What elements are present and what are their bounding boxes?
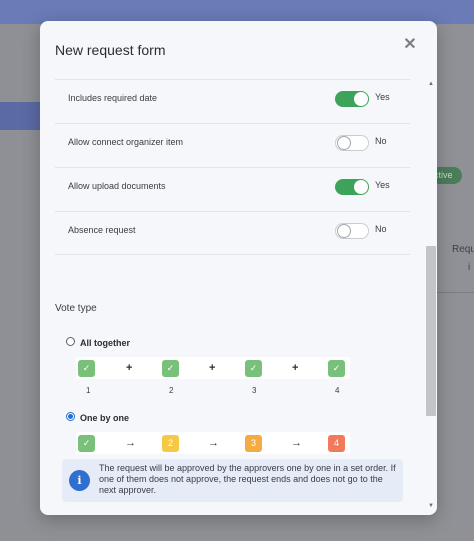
step-number: 4 [335, 386, 340, 395]
one-by-one-flow: ✓ → 2 → 3 → 4 [76, 432, 350, 454]
plus-icon: + [126, 362, 133, 374]
info-message: i The request will be approved by the ap… [62, 459, 403, 502]
modal-title: New request form [55, 42, 166, 58]
setting-row-absence-request: Absence request No [55, 211, 410, 255]
one-by-one-radio[interactable] [66, 412, 75, 421]
background-content [437, 24, 474, 541]
close-icon[interactable]: ✕ [402, 36, 418, 54]
connect-organizer-toggle[interactable] [335, 135, 369, 151]
approver-step: 4 [328, 435, 345, 452]
approver-step: 2 [162, 435, 179, 452]
toggle-state-label: No [375, 136, 387, 146]
required-date-toggle[interactable] [335, 91, 369, 107]
approver-step-check: ✓ [328, 360, 345, 377]
step-number: 3 [252, 386, 257, 395]
all-together-radio[interactable] [66, 337, 75, 346]
approver-step-check: ✓ [78, 360, 95, 377]
absence-request-toggle[interactable] [335, 223, 369, 239]
approver-step-check: ✓ [245, 360, 262, 377]
setting-row-upload-documents: Allow upload documents Yes [55, 167, 410, 211]
vote-type-label: Vote type [55, 303, 97, 314]
toggle-state-label: Yes [375, 180, 390, 190]
new-request-modal: New request form ✕ Includes required dat… [40, 21, 437, 515]
setting-label: Allow upload documents [68, 181, 166, 191]
background-text: Requ [452, 244, 474, 255]
setting-label: Absence request [68, 225, 136, 235]
toggle-knob [337, 136, 351, 150]
scroll-down-arrow-icon[interactable]: ▼ [428, 503, 434, 509]
scrollbar-thumb[interactable] [426, 246, 436, 416]
upload-documents-toggle[interactable] [335, 179, 369, 195]
arrow-right-icon: → [125, 437, 136, 449]
plus-icon: + [292, 362, 299, 374]
scrollbar[interactable]: ▲ ▼ [426, 81, 436, 511]
background-divider [437, 292, 474, 293]
info-text: The request will be approved by the appr… [99, 463, 396, 495]
toggle-knob [337, 224, 351, 238]
arrow-right-icon: → [291, 437, 302, 449]
toggle-state-label: No [375, 224, 387, 234]
toggle-knob [354, 180, 368, 194]
background-text: i [468, 262, 471, 273]
approver-step-check: ✓ [162, 360, 179, 377]
scroll-up-arrow-icon[interactable]: ▲ [428, 81, 434, 87]
approver-step: 3 [245, 435, 262, 452]
arrow-right-icon: → [208, 437, 219, 449]
info-icon: i [69, 470, 90, 491]
plus-icon: + [209, 362, 216, 374]
setting-row-required-date: Includes required date Yes [55, 79, 410, 123]
toggle-knob [354, 92, 368, 106]
setting-row-connect-organizer: Allow connect organizer item No [55, 123, 410, 167]
step-number: 2 [169, 386, 174, 395]
setting-label: Includes required date [68, 93, 158, 103]
one-by-one-label[interactable]: One by one [80, 413, 129, 423]
approver-step-check: ✓ [78, 435, 95, 452]
toggle-state-label: Yes [375, 92, 390, 102]
step-number: 1 [86, 386, 91, 395]
background-nav-highlight [0, 102, 40, 130]
all-together-flow: ✓ + ✓ + ✓ + ✓ [76, 357, 350, 379]
all-together-label[interactable]: All together [80, 338, 130, 348]
setting-label: Allow connect organizer item [68, 137, 184, 147]
modal-scroll-area[interactable]: Includes required date Yes Allow connect… [40, 79, 437, 515]
